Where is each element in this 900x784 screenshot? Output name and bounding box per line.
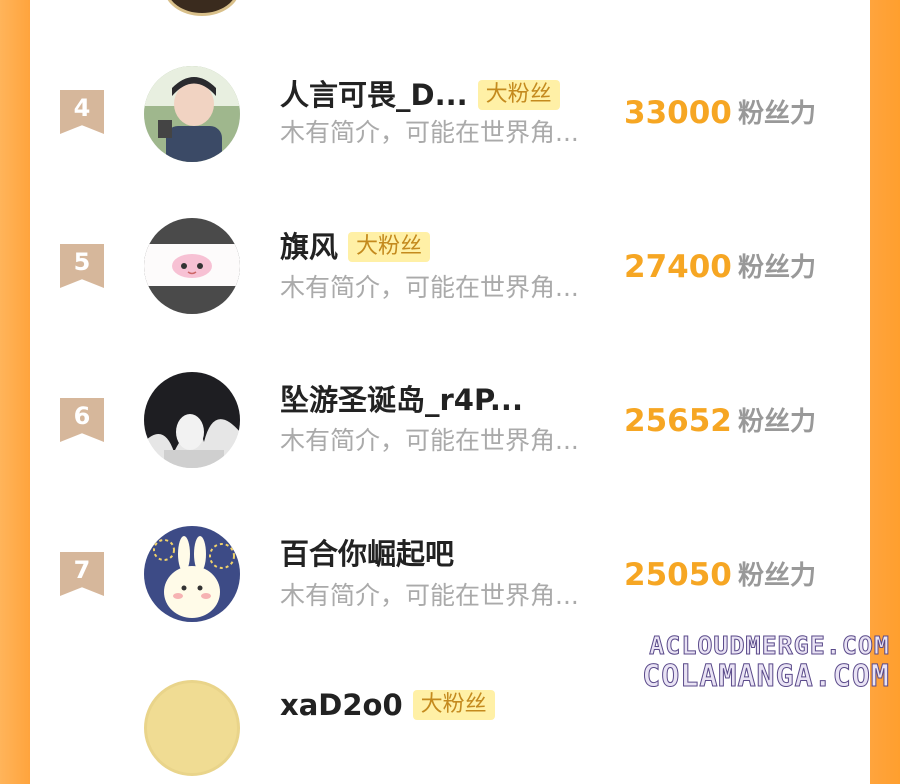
avatar[interactable] <box>144 218 240 314</box>
avatar[interactable] <box>144 372 240 468</box>
fan-badge: 大粉丝 <box>477 80 560 110</box>
ranking-panel: 4 人言可畏_D... 大粉丝 木有简介，可能在世界角... 33000 粉丝力… <box>30 0 870 776</box>
watermark-line-1: ACLOUDMERGE.COM <box>649 631 890 660</box>
avatar-cartoon-icon <box>144 218 240 314</box>
user-name-text[interactable]: 旗风 <box>280 232 338 262</box>
watermark-line-2: COLAMANGA.COM <box>642 659 890 694</box>
fan-score-unit: 粉丝力 <box>738 561 817 591</box>
user-name[interactable]: 百合你崛起吧 <box>280 540 454 569</box>
list-item[interactable]: 7 百合你崛起吧 木有简介，可能在世界角... 25050 粉丝力 <box>30 520 870 630</box>
avatar[interactable] <box>144 66 240 162</box>
user-intro: 木有简介，可能在世界角... <box>280 118 579 147</box>
avatar-bunny-icon <box>144 526 240 622</box>
fan-badge: 大粉丝 <box>348 232 431 262</box>
user-name[interactable]: 旗风 大粉丝 <box>280 232 431 262</box>
rank-flag: 6 <box>60 398 104 442</box>
user-intro: 木有简介，可能在世界角... <box>280 273 579 302</box>
fan-score: 27400 <box>624 249 732 285</box>
fan-score-unit: 粉丝力 <box>738 99 817 129</box>
user-name[interactable]: 人言可畏_D... 大粉丝 <box>280 80 560 110</box>
avatar-photo-icon <box>144 66 240 162</box>
list-item[interactable]: 5 旗风 大粉丝 木有简介，可能在世界角... 27400 粉丝力 <box>30 212 870 322</box>
fan-score-unit: 粉丝力 <box>738 253 817 283</box>
fan-score-unit: 粉丝力 <box>738 407 817 437</box>
user-name[interactable]: 坠游圣诞岛_r4P... <box>280 386 523 415</box>
fan-badge: 大粉丝 <box>412 690 495 720</box>
rank-flag: 4 <box>60 90 104 134</box>
list-item[interactable]: 6 坠游圣诞岛_r4P... 木有简介，可能在世界角... 25652 粉丝力 <box>30 366 870 476</box>
user-name-text[interactable]: 坠游圣诞岛_r4P... <box>280 386 523 415</box>
user-name-text[interactable]: 百合你崛起吧 <box>280 540 454 569</box>
fan-score: 25652 <box>624 403 732 439</box>
avatar-manga-icon <box>144 372 240 468</box>
list-item[interactable]: 4 人言可畏_D... 大粉丝 木有简介，可能在世界角... 33000 粉丝力 <box>30 58 870 168</box>
user-name-text[interactable]: xaD2o0 <box>280 690 403 720</box>
fan-score: 25050 <box>624 557 732 593</box>
avatar-partial-top[interactable] <box>164 0 240 16</box>
user-name-text[interactable]: 人言可畏_D... <box>280 80 468 110</box>
user-intro: 木有简介，可能在世界角... <box>280 426 579 455</box>
avatar[interactable] <box>144 680 240 776</box>
rank-flag: 5 <box>60 244 104 288</box>
avatar[interactable] <box>144 526 240 622</box>
user-name[interactable]: xaD2o0 大粉丝 <box>280 690 495 720</box>
user-intro: 木有简介，可能在世界角... <box>280 581 579 610</box>
rank-flag: 7 <box>60 552 104 596</box>
fan-score: 33000 <box>624 95 732 131</box>
